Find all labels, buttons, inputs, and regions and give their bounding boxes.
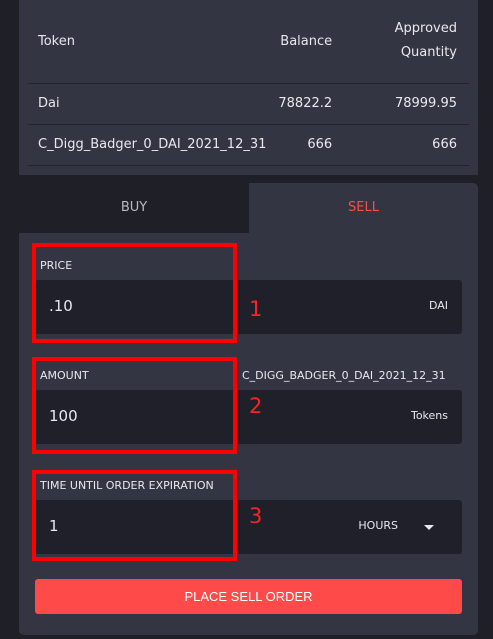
- annotation-box-1: [32, 243, 237, 343]
- amount-token-name: C_DIGG_BADGER_0_DAI_2021_12_31: [242, 369, 446, 382]
- token-name: Dai: [38, 96, 60, 111]
- token-balance: 78822.2: [278, 96, 333, 111]
- price-unit: DAI: [428, 299, 448, 312]
- token-balances-panel: Token Balance Approved Quantity Dai 7882…: [19, 0, 478, 175]
- annotation-number-1: 1: [249, 297, 263, 321]
- token-name: C_Digg_Badger_0_DAI_2021_12_31: [38, 137, 267, 152]
- token-balance: 666: [307, 137, 333, 152]
- header-balance: Balance: [280, 33, 333, 49]
- annotation-box-3: [32, 470, 237, 561]
- chevron-down-icon[interactable]: [424, 525, 434, 530]
- annotation-number-3: 3: [249, 504, 263, 528]
- annotation-box-2: [32, 357, 237, 454]
- expiration-unit-select[interactable]: HOURS: [358, 519, 398, 532]
- tab-sell[interactable]: SELL: [249, 183, 478, 233]
- table-header-row: Token Balance Approved Quantity: [28, 0, 469, 83]
- place-sell-order-button[interactable]: PLACE SELL ORDER: [35, 579, 462, 614]
- tab-buy[interactable]: BUY: [19, 183, 249, 233]
- token-balances-table: Token Balance Approved Quantity Dai 7882…: [28, 0, 469, 166]
- amount-unit: Tokens: [410, 409, 448, 422]
- table-row: Dai 78822.2 78999.95: [28, 83, 469, 124]
- header-approved-quantity: Approved Quantity: [394, 21, 457, 61]
- header-token: Token: [38, 33, 75, 49]
- token-approved: 666: [432, 137, 457, 152]
- table-row: C_Digg_Badger_0_DAI_2021_12_31 666 666: [28, 124, 469, 165]
- annotation-number-2: 2: [249, 394, 263, 418]
- token-approved: 78999.95: [394, 96, 457, 111]
